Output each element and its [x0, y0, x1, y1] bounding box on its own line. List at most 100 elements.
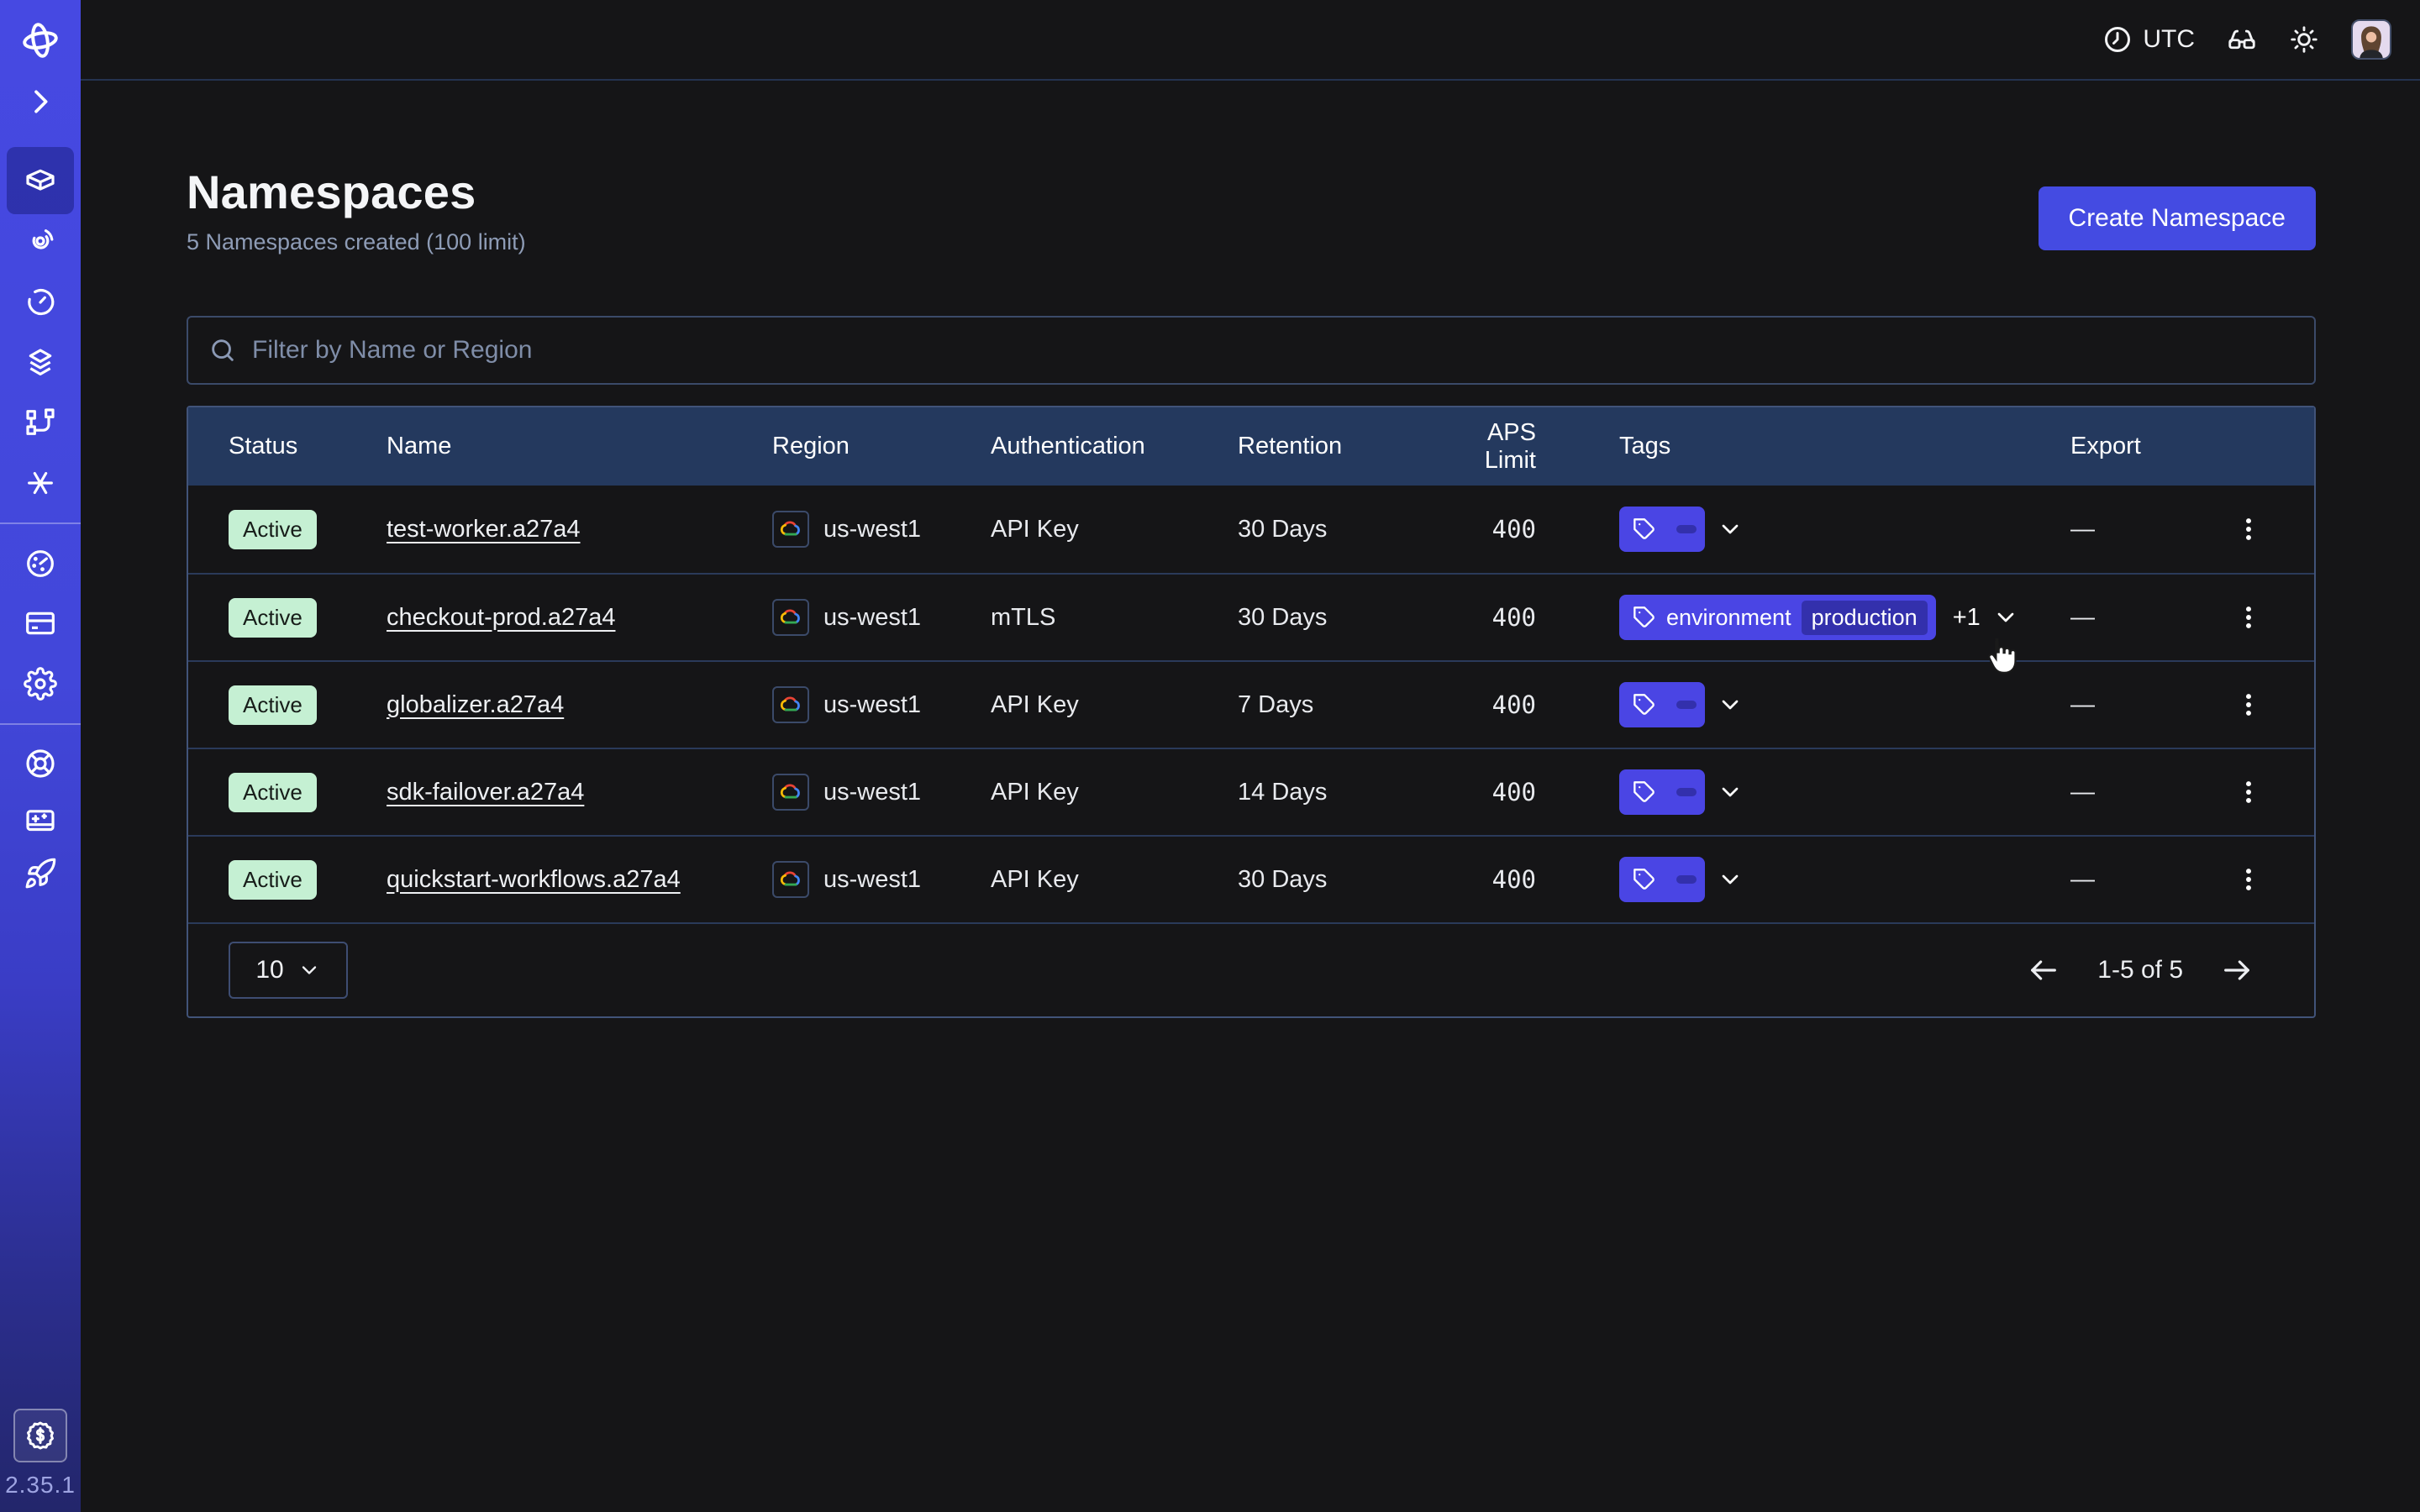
sidebar-item clock-retry-icon[interactable] [7, 269, 74, 336]
region-label: us-west1 [823, 779, 921, 806]
status-badge: Active [229, 510, 317, 549]
page-size-select[interactable]: 10 [229, 942, 348, 999]
sidebar-divider [0, 723, 81, 725]
prev-page-button arrow-left-icon[interactable] [2027, 953, 2060, 987]
gcp-region-icon [772, 861, 809, 898]
timezone-button[interactable]: UTC [2102, 24, 2195, 55]
tag-expand-chevron-icon[interactable] [1717, 516, 1744, 543]
sidebar-item branch-icon[interactable] [7, 389, 74, 456]
page-size-value: 10 [255, 956, 283, 984]
export-value: — [2070, 516, 2095, 543]
sidebar-item gear-icon[interactable] [7, 650, 74, 717]
sidebar-expand-chevron-icon[interactable] [7, 68, 74, 135]
dollar-badge-icon[interactable] [13, 1409, 67, 1462]
col-tags: Tags [1619, 433, 2070, 460]
app-version: 2.35.1 [0, 1472, 81, 1499]
status-badge: Active [229, 773, 317, 812]
clock-icon [2102, 24, 2133, 55]
retention-label: 30 Days [1238, 866, 1431, 894]
region-label: us-west1 [823, 691, 921, 719]
search-input[interactable] [252, 336, 2294, 365]
region-label: us-west1 [823, 604, 921, 632]
user-avatar[interactable] [2351, 19, 2391, 60]
tag-chip[interactable] [1619, 507, 1705, 552]
row-menu-kebab-icon[interactable] [2230, 767, 2267, 817]
row-menu-kebab-icon[interactable] [2230, 680, 2267, 730]
status-badge: Active [229, 598, 317, 638]
col-export: Export [2070, 433, 2314, 460]
create-namespace-button[interactable]: Create Namespace [2039, 186, 2316, 250]
export-value: — [2070, 779, 2095, 806]
aps-limit-value: 400 [1431, 603, 1619, 632]
namespace-link[interactable]: test-worker.a27a4 [387, 516, 581, 543]
theme-sun-icon[interactable] [2289, 24, 2319, 55]
topbar: UTC [81, 0, 2420, 81]
region-label: us-west1 [823, 516, 921, 543]
sidebar-item card-window-icon[interactable] [7, 590, 74, 657]
tag-value [1676, 788, 1697, 796]
timezone-label: UTC [2143, 25, 2195, 54]
tag-expand-chevron-icon[interactable] [1717, 691, 1744, 718]
tag-chip[interactable] [1619, 682, 1705, 727]
tag-icon [1633, 780, 1656, 804]
aps-limit-value: 400 [1431, 778, 1619, 806]
tag-expand-chevron-icon[interactable] [1717, 866, 1744, 893]
auth-label: API Key [991, 779, 1238, 806]
row-menu-kebab-icon[interactable] [2230, 504, 2267, 554]
tag-icon [1633, 517, 1656, 541]
table-row: Active test-worker.a27a4 us-west1 API Ke… [188, 486, 2314, 573]
region-label: us-west1 [823, 866, 921, 894]
namespace-link[interactable]: quickstart-workflows.a27a4 [387, 866, 681, 893]
gcp-region-icon [772, 599, 809, 636]
table-row: Active globalizer.a27a4 us-west1 API Key… [188, 660, 2314, 748]
col-status: Status [229, 433, 387, 460]
gcp-region-icon [772, 686, 809, 723]
col-retention: Retention [1238, 433, 1431, 460]
namespace-link[interactable]: sdk-failover.a27a4 [387, 779, 584, 806]
table-row: Active sdk-failover.a27a4 us-west1 API K… [188, 748, 2314, 835]
sidebar: 2.35.1 [0, 0, 81, 1512]
gcp-region-icon [772, 774, 809, 811]
sidebar-item rocket-icon[interactable] [7, 840, 74, 907]
chevron-down-icon [297, 958, 321, 982]
row-menu-kebab-icon[interactable] [2230, 592, 2267, 643]
glasses-icon[interactable] [2227, 24, 2257, 55]
row-menu-kebab-icon[interactable] [2230, 854, 2267, 905]
namespace-link[interactable]: globalizer.a27a4 [387, 691, 564, 718]
auth-label: API Key [991, 866, 1238, 894]
sidebar-item gauge-icon[interactable] [7, 530, 74, 597]
main-content: Namespaces 5 Namespaces created (100 lim… [81, 81, 2420, 1512]
app-root: 2.35.1 UTC Namespaces 5 Namespaces creat… [0, 0, 2420, 1512]
sidebar-item asterisk-icon[interactable] [7, 449, 74, 517]
filter-bar [187, 316, 2316, 385]
tag-chip[interactable] [1619, 769, 1705, 815]
retention-label: 30 Days [1238, 604, 1431, 632]
tag-icon [1633, 693, 1656, 717]
tag-expand-chevron-icon[interactable] [1992, 604, 2019, 631]
col-aps-limit: APS Limit [1431, 419, 1619, 475]
status-badge: Active [229, 685, 317, 725]
namespace-link[interactable]: checkout-prod.a27a4 [387, 604, 615, 631]
auth-label: API Key [991, 516, 1238, 543]
next-page-button arrow-right-icon[interactable] [2220, 953, 2254, 987]
gcp-region-icon [772, 511, 809, 548]
tag-value [1676, 701, 1697, 709]
temporal-logo-icon[interactable] [7, 7, 74, 74]
retention-label: 14 Days [1238, 779, 1431, 806]
tag-chip[interactable]: environment production [1619, 595, 1936, 640]
tag-expand-chevron-icon[interactable] [1717, 779, 1744, 806]
tag-value: production [1802, 601, 1928, 635]
tag-value [1676, 525, 1697, 533]
sidebar-item radar-spiral-icon[interactable] [7, 207, 74, 275]
tag-more-count: +1 [1953, 604, 1981, 632]
tag-key: environment [1666, 605, 1791, 631]
status-badge: Active [229, 860, 317, 900]
page-range: 1-5 of 5 [2097, 956, 2183, 984]
retention-label: 7 Days [1238, 691, 1431, 719]
page-subtitle: 5 Namespaces created (100 limit) [187, 229, 526, 255]
retention-label: 30 Days [1238, 516, 1431, 543]
tag-chip[interactable] [1619, 857, 1705, 902]
sidebar-item-namespaces cube-icon[interactable] [7, 147, 74, 214]
aps-limit-value: 400 [1431, 515, 1619, 543]
sidebar-item layers-icon[interactable] [7, 329, 74, 396]
